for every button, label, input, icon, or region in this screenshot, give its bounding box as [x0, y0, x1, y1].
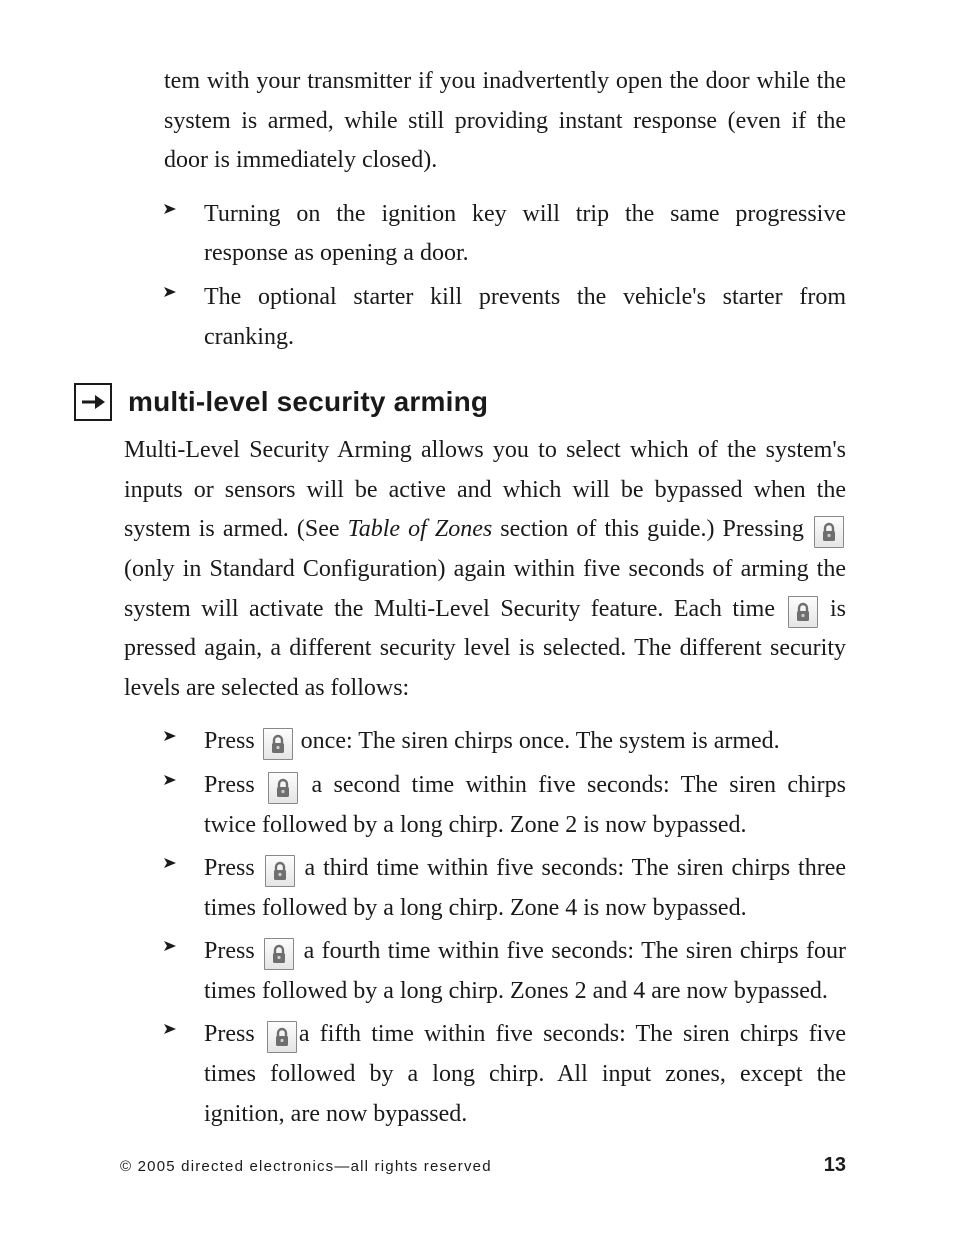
step-pre: Press	[204, 772, 266, 798]
steps-list: Press once: The siren chirps once. The s…	[164, 722, 846, 1134]
list-item: The optional starter kill prevents the v…	[164, 278, 846, 357]
lock-icon	[265, 855, 295, 887]
intro-text-italic: Table of Zones	[348, 516, 493, 542]
bullet-arrow-icon	[164, 1022, 182, 1134]
step-text: Press once: The siren chirps once. The s…	[204, 722, 846, 762]
list-item: Press once: The siren chirps once. The s…	[164, 722, 846, 762]
intro-paragraph: Multi-Level Security Arming allows you t…	[124, 431, 846, 708]
section-heading: multi-level security arming	[74, 383, 846, 421]
lock-icon	[263, 728, 293, 760]
bullet-text: Turning on the ignition key will trip th…	[204, 195, 846, 274]
bullet-arrow-icon	[164, 285, 182, 357]
lock-icon	[814, 516, 844, 548]
step-text: Press a fifth time within five seconds: …	[204, 1015, 846, 1134]
bullet-arrow-icon	[164, 773, 182, 845]
bullet-text: The optional starter kill prevents the v…	[204, 278, 846, 357]
bullet-arrow-icon	[164, 729, 182, 762]
continuation-bullets: Turning on the ignition key will trip th…	[164, 195, 846, 357]
lock-icon	[264, 938, 294, 970]
step-post: a third time within five seconds: The si…	[204, 855, 846, 921]
document-page: tem with your transmitter if you inadver…	[0, 0, 954, 1235]
step-post: a second time within five seconds: The s…	[204, 772, 846, 838]
step-text: Press a second time within five seconds:…	[204, 766, 846, 845]
lock-icon	[267, 1021, 297, 1053]
footer-copyright: © 2005 directed electronics—all rights r…	[120, 1158, 492, 1175]
lock-icon	[268, 772, 298, 804]
bullet-arrow-icon	[164, 202, 182, 274]
bullet-arrow-icon	[164, 939, 182, 1011]
intro-text-c: section of this guide.) Pressing	[492, 516, 812, 542]
list-item: Press a second time within five seconds:…	[164, 766, 846, 845]
step-pre: Press	[204, 728, 261, 754]
step-pre: Press	[204, 1021, 265, 1047]
section-title: multi-level security arming	[128, 386, 488, 418]
step-text: Press a third time within five seconds: …	[204, 849, 846, 928]
list-item: Press a fourth time within five seconds:…	[164, 932, 846, 1011]
continuation-text: tem with your transmitter if you inadver…	[164, 62, 846, 181]
step-pre: Press	[204, 938, 262, 964]
step-post: a fifth time within five seconds: The si…	[204, 1021, 846, 1126]
step-post: once: The siren chirps once. The system …	[295, 728, 780, 754]
lock-icon	[788, 596, 818, 628]
list-item: Press a fifth time within five seconds: …	[164, 1015, 846, 1134]
page-number: 13	[824, 1154, 846, 1177]
step-pre: Press	[204, 855, 263, 881]
intro-text-d: (only in Standard Configuration) again w…	[124, 556, 846, 622]
list-item: Press a third time within five seconds: …	[164, 849, 846, 928]
step-post: a fourth time within five seconds: The s…	[204, 938, 846, 1004]
continuation-paragraph: tem with your transmitter if you inadver…	[164, 62, 846, 181]
section-arrow-icon	[74, 383, 112, 421]
list-item: Turning on the ignition key will trip th…	[164, 195, 846, 274]
page-footer: © 2005 directed electronics—all rights r…	[120, 1154, 846, 1177]
bullet-arrow-icon	[164, 856, 182, 928]
section-intro: Multi-Level Security Arming allows you t…	[124, 431, 846, 708]
step-text: Press a fourth time within five seconds:…	[204, 932, 846, 1011]
